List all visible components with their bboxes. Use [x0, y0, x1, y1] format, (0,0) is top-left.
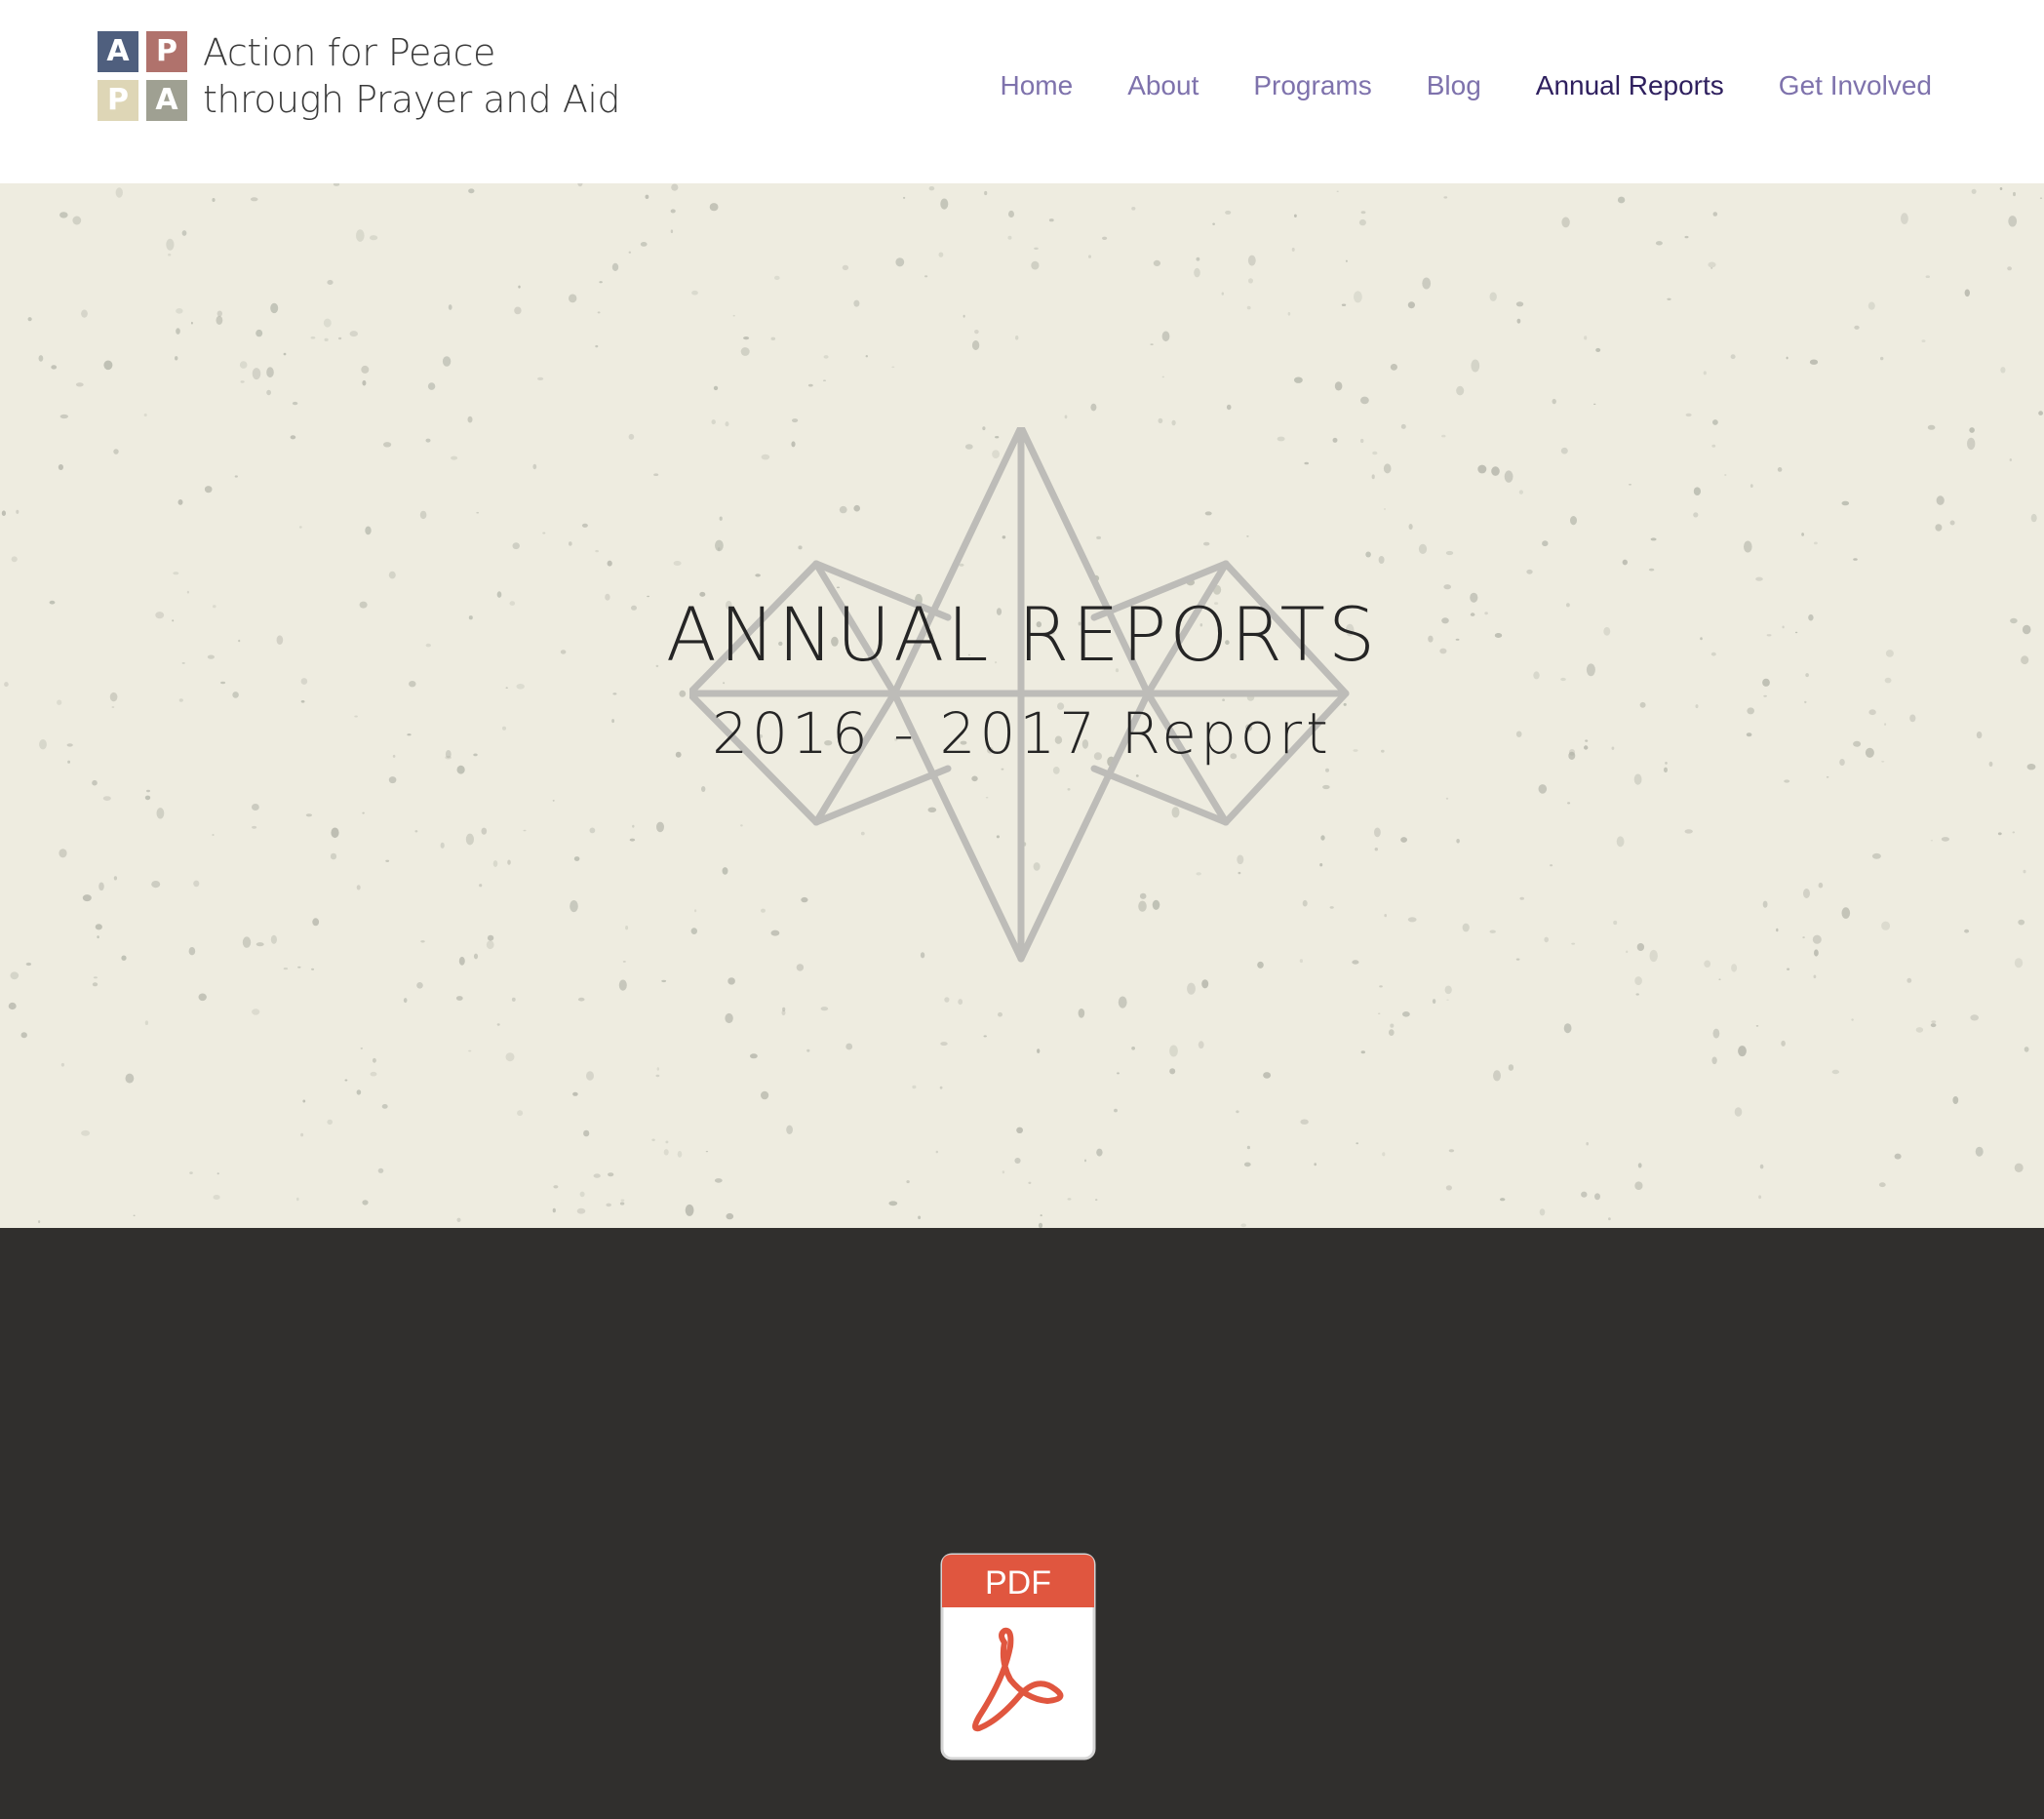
logo-letter-a-2: A — [146, 80, 187, 121]
nav-annual-reports[interactable]: Annual Reports — [1536, 70, 1724, 101]
page-title: ANNUAL REPORTS — [665, 591, 1379, 678]
pdf-badge-label: PDF — [985, 1564, 1051, 1602]
nav-get-involved[interactable]: Get Involved — [1779, 70, 1932, 101]
site-name-line-2: through Prayer and Aid — [203, 78, 621, 121]
site-logo[interactable]: A P P A Action for Peace through Prayer … — [98, 29, 621, 123]
logo-letter-a: A — [98, 31, 138, 72]
page-subtitle: 2016 - 2017 Report — [712, 700, 1332, 767]
main-nav: Home About Programs Blog Annual Reports … — [945, 70, 1932, 101]
nav-programs[interactable]: Programs — [1253, 70, 1371, 101]
pdf-icon[interactable]: PDF — [940, 1553, 1096, 1760]
logo-letter-p-2: P — [98, 80, 138, 121]
site-name: Action for Peace through Prayer and Aid — [203, 29, 621, 123]
nav-about[interactable]: About — [1127, 70, 1199, 101]
site-header: A P P A Action for Peace through Prayer … — [0, 0, 2044, 183]
nav-home[interactable]: Home — [1000, 70, 1073, 101]
report-download-section: PDF — [0, 1228, 2044, 1819]
nav-blog[interactable]: Blog — [1427, 70, 1481, 101]
hero-banner: ANNUAL REPORTS 2016 - 2017 Report — [0, 183, 2044, 1228]
site-name-line-1: Action for Peace — [203, 31, 495, 74]
logo-letter-p: P — [146, 31, 187, 72]
logo-mark: A P P A — [98, 31, 187, 121]
